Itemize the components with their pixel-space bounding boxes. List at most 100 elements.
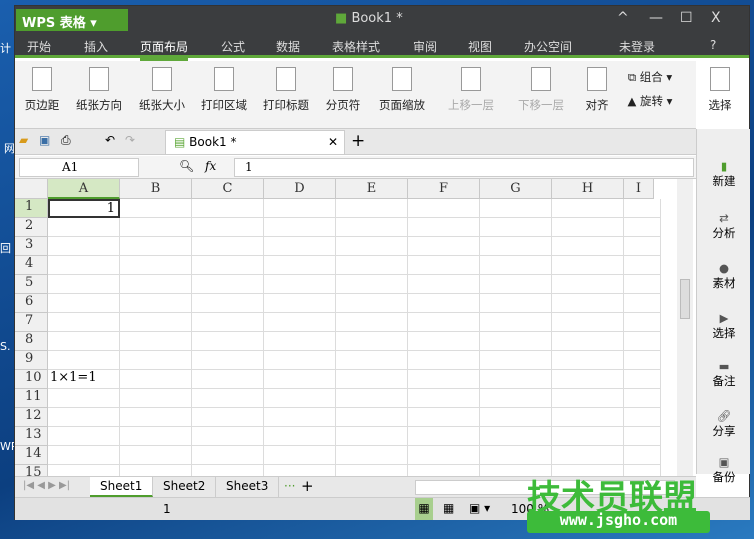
cell[interactable] <box>624 199 661 218</box>
cell[interactable] <box>120 275 192 294</box>
collapse-ribbon-icon[interactable]: ^ <box>617 10 629 26</box>
side-panel-item[interactable]: 🔗︎ 分享 <box>697 409 751 439</box>
cell[interactable] <box>336 199 408 218</box>
cell[interactable] <box>552 237 624 256</box>
cell[interactable] <box>48 256 120 275</box>
cell[interactable] <box>480 294 552 313</box>
cell[interactable] <box>48 408 120 427</box>
cell[interactable] <box>192 408 264 427</box>
cell[interactable] <box>192 256 264 275</box>
formula-input[interactable]: 1 <box>234 158 694 177</box>
cell[interactable] <box>480 275 552 294</box>
row-header[interactable]: 11 <box>15 389 48 408</box>
sheet-nav-icons[interactable]: |◀ ◀ ▶ ▶| <box>23 480 70 491</box>
cell[interactable] <box>480 389 552 408</box>
cell[interactable] <box>480 256 552 275</box>
cell[interactable] <box>480 351 552 370</box>
cell[interactable] <box>120 427 192 446</box>
cell[interactable] <box>120 218 192 237</box>
cell[interactable] <box>192 237 264 256</box>
row-header[interactable]: 3 <box>15 237 48 256</box>
cell[interactable] <box>624 389 661 408</box>
cell[interactable] <box>120 237 192 256</box>
cell[interactable] <box>192 313 264 332</box>
cell[interactable] <box>408 427 480 446</box>
cell[interactable] <box>264 389 336 408</box>
cell[interactable] <box>408 332 480 351</box>
cell[interactable] <box>624 446 661 465</box>
cell[interactable] <box>552 389 624 408</box>
cell[interactable] <box>624 351 661 370</box>
cell[interactable] <box>480 313 552 332</box>
row-header[interactable]: 1 <box>15 199 48 218</box>
ribbon-button[interactable]: ⧉ 组合 ▾ <box>621 69 679 85</box>
cell[interactable] <box>408 370 480 389</box>
menu-tab[interactable]: 办公空间 <box>524 38 572 55</box>
new-tab-button[interactable]: + <box>351 131 365 151</box>
cell[interactable] <box>480 446 552 465</box>
cell[interactable] <box>552 294 624 313</box>
cell[interactable] <box>192 199 264 218</box>
minimize-button[interactable]: — <box>649 10 663 26</box>
menu-tab[interactable]: 审阅 <box>413 38 437 55</box>
cell[interactable] <box>264 370 336 389</box>
cell[interactable] <box>336 370 408 389</box>
fx-button[interactable]: fx <box>205 159 216 173</box>
cell[interactable] <box>552 408 624 427</box>
side-panel-item[interactable]: ▶ 选择 <box>697 311 751 341</box>
cell[interactable] <box>264 446 336 465</box>
ribbon-button[interactable]: 打印标题 <box>260 67 312 113</box>
cell[interactable] <box>120 351 192 370</box>
cell[interactable] <box>264 465 336 476</box>
cell[interactable] <box>48 275 120 294</box>
column-header[interactable]: F <box>408 179 480 199</box>
cell[interactable] <box>408 313 480 332</box>
cell[interactable] <box>48 332 120 351</box>
cell[interactable] <box>552 218 624 237</box>
column-header[interactable]: D <box>264 179 336 199</box>
cell[interactable] <box>624 218 661 237</box>
cell[interactable]: 1 <box>48 199 120 218</box>
reading-view-icon[interactable]: ▣ ▾ <box>469 501 490 515</box>
sheet-tab-sheet1[interactable]: Sheet1 <box>90 477 154 497</box>
column-header[interactable]: C <box>192 179 264 199</box>
sheet-tab-sheet2[interactable]: Sheet2 <box>153 477 217 497</box>
cell[interactable] <box>624 313 661 332</box>
page-break-view-icon[interactable]: ▦ <box>443 501 454 515</box>
cell[interactable] <box>192 465 264 476</box>
column-header[interactable]: H <box>552 179 624 199</box>
cell[interactable] <box>480 408 552 427</box>
cell[interactable] <box>552 427 624 446</box>
undo-icon[interactable]: ↶ <box>105 133 115 147</box>
cell[interactable] <box>552 332 624 351</box>
cell[interactable] <box>192 294 264 313</box>
cell[interactable] <box>120 408 192 427</box>
cell[interactable] <box>480 218 552 237</box>
menu-tab[interactable]: 数据 <box>276 38 300 55</box>
menu-tab[interactable]: 页面布局 <box>140 38 189 61</box>
cell[interactable] <box>552 446 624 465</box>
cell[interactable] <box>624 370 661 389</box>
cell[interactable] <box>120 465 192 476</box>
cell[interactable] <box>336 427 408 446</box>
cell[interactable] <box>336 332 408 351</box>
cell[interactable] <box>48 313 120 332</box>
menu-tab[interactable]: 插入 <box>84 38 108 55</box>
cell[interactable] <box>48 389 120 408</box>
side-panel-item[interactable]: ▮ 新建 <box>697 159 751 189</box>
cell[interactable] <box>480 427 552 446</box>
row-header[interactable]: 13 <box>15 427 48 446</box>
maximize-button[interactable]: ☐ <box>680 10 693 26</box>
menu-tab[interactable]: 开始 <box>27 38 51 55</box>
ribbon-button[interactable]: 页边距 <box>19 67 65 113</box>
cell[interactable] <box>336 351 408 370</box>
column-header[interactable]: I <box>624 179 654 199</box>
cell[interactable] <box>192 389 264 408</box>
column-header[interactable]: E <box>336 179 408 199</box>
zoom-search-icon[interactable]: 🔍︎ <box>179 159 194 173</box>
cell[interactable] <box>120 370 192 389</box>
cell[interactable] <box>264 351 336 370</box>
login-link[interactable]: 未登录 <box>619 38 655 55</box>
row-header[interactable]: 5 <box>15 275 48 294</box>
cell[interactable] <box>480 332 552 351</box>
